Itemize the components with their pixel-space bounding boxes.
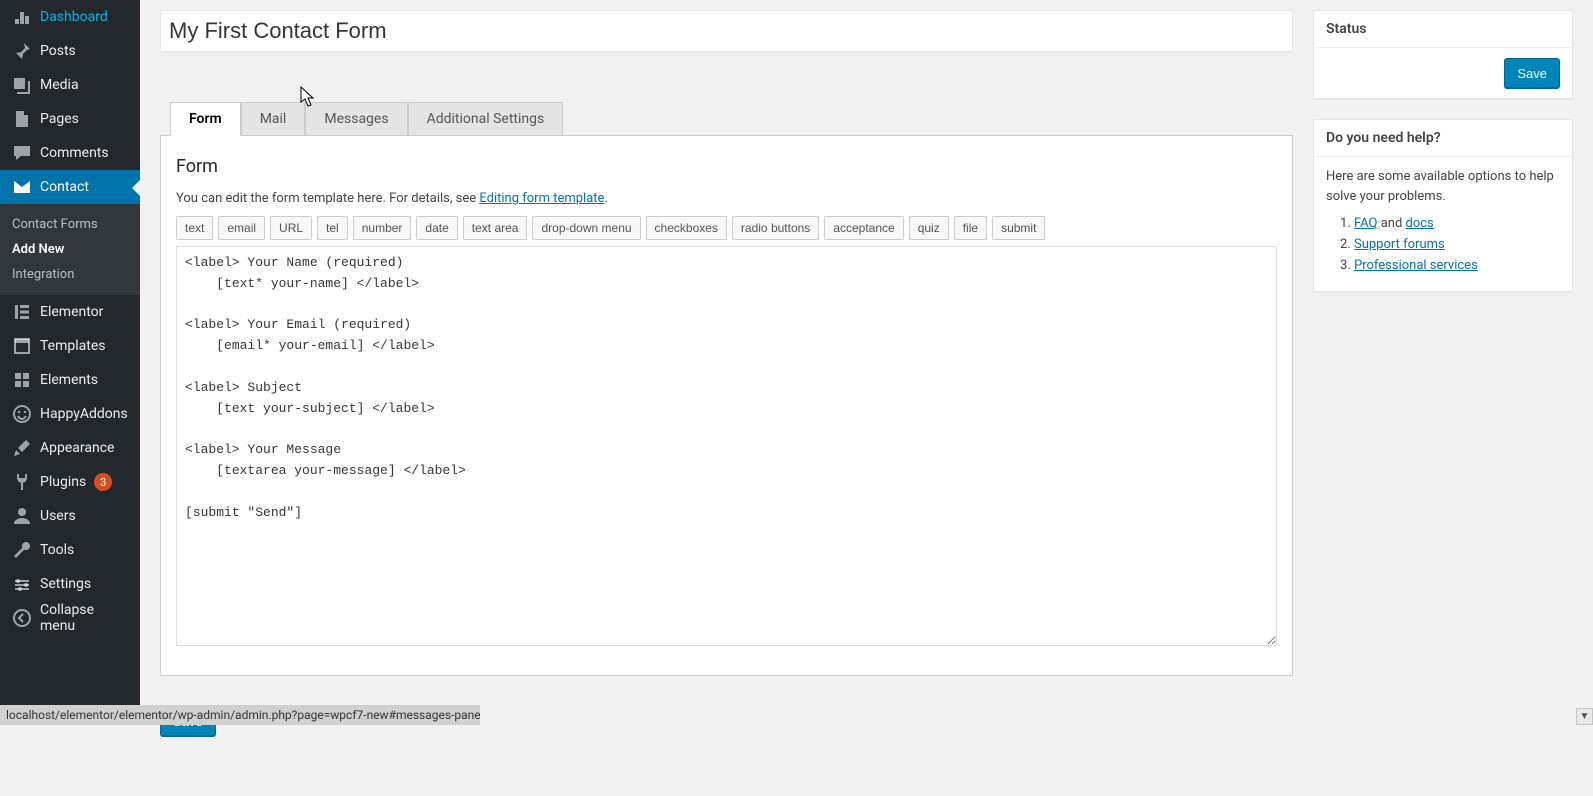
sidebar-label-templates: Templates — [40, 338, 106, 354]
panel-heading: Form — [176, 156, 1277, 177]
tag-btn-acceptance[interactable]: acceptance — [824, 216, 903, 240]
save-button-side[interactable]: Save — [1504, 58, 1560, 88]
sidebar-label-media: Media — [40, 77, 79, 93]
tag-btn-radio[interactable]: radio buttons — [732, 216, 819, 240]
sidebar-label-elementor: Elementor — [40, 304, 103, 320]
faq-link[interactable]: FAQ — [1354, 216, 1377, 231]
sidebar-label-tools: Tools — [40, 542, 74, 558]
tab-form[interactable]: Form — [170, 102, 241, 136]
tag-btn-text[interactable]: text — [176, 216, 213, 240]
form-panel: Form You can edit the form template here… — [160, 135, 1293, 676]
sidebar-label-settings: Settings — [40, 576, 91, 592]
sidebar-item-media[interactable]: Media — [0, 68, 140, 102]
help-title: Do you need help? — [1314, 120, 1572, 157]
sidebar-label-pages: Pages — [40, 111, 79, 127]
tag-btn-date[interactable]: date — [416, 216, 457, 240]
comments-icon — [12, 143, 32, 163]
editor-tabs: Form Mail Messages Additional Settings — [170, 102, 1293, 135]
sidebar-item-appearance[interactable]: Appearance — [0, 431, 140, 465]
submenu-contact-forms[interactable]: Contact Forms — [0, 212, 140, 237]
sidebar-label-comments: Comments — [40, 145, 109, 161]
tag-btn-tel[interactable]: tel — [317, 216, 348, 240]
help-item-faq: FAQ and docs — [1354, 216, 1560, 231]
plugins-update-badge: 3 — [94, 473, 112, 491]
tag-btn-email[interactable]: email — [218, 216, 265, 240]
tag-btn-textarea[interactable]: text area — [463, 216, 528, 240]
help-intro: Here are some available options to help … — [1326, 167, 1560, 206]
status-title: Status — [1314, 11, 1572, 48]
settings-icon — [12, 574, 32, 594]
sidebar-item-contact[interactable]: Contact — [0, 170, 140, 204]
help-item-support: Support forums — [1354, 237, 1560, 252]
sidebar-item-pages[interactable]: Pages — [0, 102, 140, 136]
collapse-icon — [12, 608, 32, 628]
tag-btn-checkboxes[interactable]: checkboxes — [646, 216, 727, 240]
pin-icon — [12, 41, 32, 61]
tools-icon — [12, 540, 32, 560]
sidebar-item-elementor[interactable]: Elementor — [0, 295, 140, 329]
browser-status-bar: localhost/elementor/elementor/wp-admin/a… — [0, 705, 480, 725]
admin-sidebar: Dashboard Posts Media Pages Comments Con… — [0, 0, 140, 725]
docs-link[interactable]: docs — [1406, 216, 1434, 231]
sidebar-item-users[interactable]: Users — [0, 499, 140, 533]
mail-icon — [12, 177, 32, 197]
templates-icon — [12, 336, 32, 356]
support-forums-link[interactable]: Support forums — [1354, 237, 1445, 252]
users-icon — [12, 506, 32, 526]
sidebar-label-contact: Contact — [40, 179, 89, 195]
form-title-input[interactable] — [161, 11, 1292, 51]
sidebar-item-posts[interactable]: Posts — [0, 34, 140, 68]
tag-btn-quiz[interactable]: quiz — [909, 216, 949, 240]
title-container — [160, 10, 1293, 52]
sidebar-label-appearance: Appearance — [40, 440, 114, 456]
desc-text-before: You can edit the form template here. For… — [176, 191, 479, 206]
form-template-textarea[interactable] — [176, 246, 1277, 646]
page-icon — [12, 109, 32, 129]
status-postbox: Status Save — [1313, 10, 1573, 99]
help-and-text: and — [1377, 216, 1405, 231]
submenu-integration[interactable]: Integration — [0, 262, 140, 287]
sidebar-label-dashboard: Dashboard — [40, 9, 108, 25]
sidebar-collapse[interactable]: Collapse menu — [0, 601, 140, 635]
sidebar-label-plugins: Plugins — [40, 474, 86, 490]
sidebar-item-dashboard[interactable]: Dashboard — [0, 0, 140, 34]
sidebar-item-tools[interactable]: Tools — [0, 533, 140, 567]
dashboard-icon — [12, 7, 32, 27]
sidebar-label-happyaddons: HappyAddons — [40, 406, 128, 422]
panel-description: You can edit the form template here. For… — [176, 191, 1277, 206]
tab-messages[interactable]: Messages — [305, 102, 407, 136]
help-postbox: Do you need help? Here are some availabl… — [1313, 119, 1573, 292]
happy-icon — [12, 404, 32, 424]
sidebar-item-templates[interactable]: Templates — [0, 329, 140, 363]
plug-icon — [12, 472, 32, 492]
submenu-add-new[interactable]: Add New — [0, 237, 140, 262]
professional-services-link[interactable]: Professional services — [1354, 258, 1478, 273]
sidebar-label-collapse: Collapse menu — [40, 602, 132, 634]
media-icon — [12, 75, 32, 95]
tab-additional-settings[interactable]: Additional Settings — [408, 102, 564, 136]
editing-form-template-link[interactable]: Editing form template — [479, 191, 604, 206]
scrollbar-down-button[interactable]: ▼ — [1576, 708, 1593, 725]
elements-icon — [12, 370, 32, 390]
tag-btn-number[interactable]: number — [353, 216, 412, 240]
tag-btn-url[interactable]: URL — [270, 216, 312, 240]
sidebar-item-settings[interactable]: Settings — [0, 567, 140, 601]
sidebar-item-elements[interactable]: Elements — [0, 363, 140, 397]
sidebar-label-posts: Posts — [40, 43, 76, 59]
brush-icon — [12, 438, 32, 458]
sidebar-submenu-contact: Contact Forms Add New Integration — [0, 204, 140, 295]
tag-btn-submit[interactable]: submit — [992, 216, 1045, 240]
sidebar-label-users: Users — [40, 508, 76, 524]
desc-text-after: . — [604, 191, 607, 206]
sidebar-label-elements: Elements — [40, 372, 98, 388]
help-item-pro: Professional services — [1354, 258, 1560, 273]
tab-mail[interactable]: Mail — [241, 102, 306, 136]
sidebar-item-comments[interactable]: Comments — [0, 136, 140, 170]
tag-generator-toolbar: text email URL tel number date text area… — [176, 216, 1277, 240]
sidebar-item-happyaddons[interactable]: HappyAddons — [0, 397, 140, 431]
tag-btn-dropdown[interactable]: drop-down menu — [532, 216, 640, 240]
sidebar-item-plugins[interactable]: Plugins 3 — [0, 465, 140, 499]
tag-btn-file[interactable]: file — [954, 216, 987, 240]
elementor-icon — [12, 302, 32, 322]
